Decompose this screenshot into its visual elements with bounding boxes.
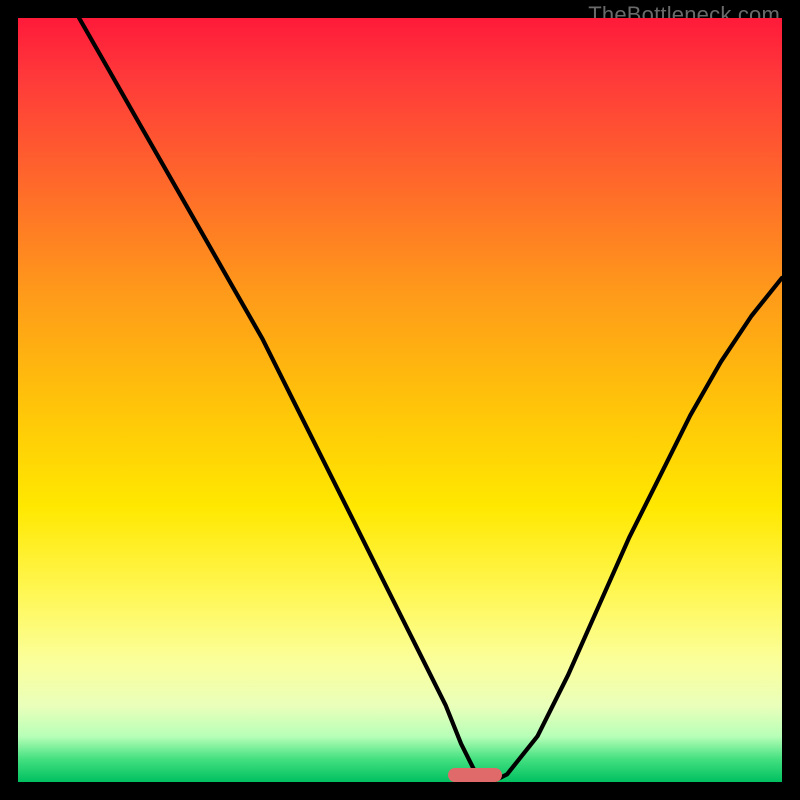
curve-path (79, 18, 782, 782)
plot-area (18, 18, 782, 782)
optimum-marker (448, 768, 502, 782)
chart-frame: TheBottleneck.com (0, 0, 800, 800)
bottleneck-curve (18, 18, 782, 782)
